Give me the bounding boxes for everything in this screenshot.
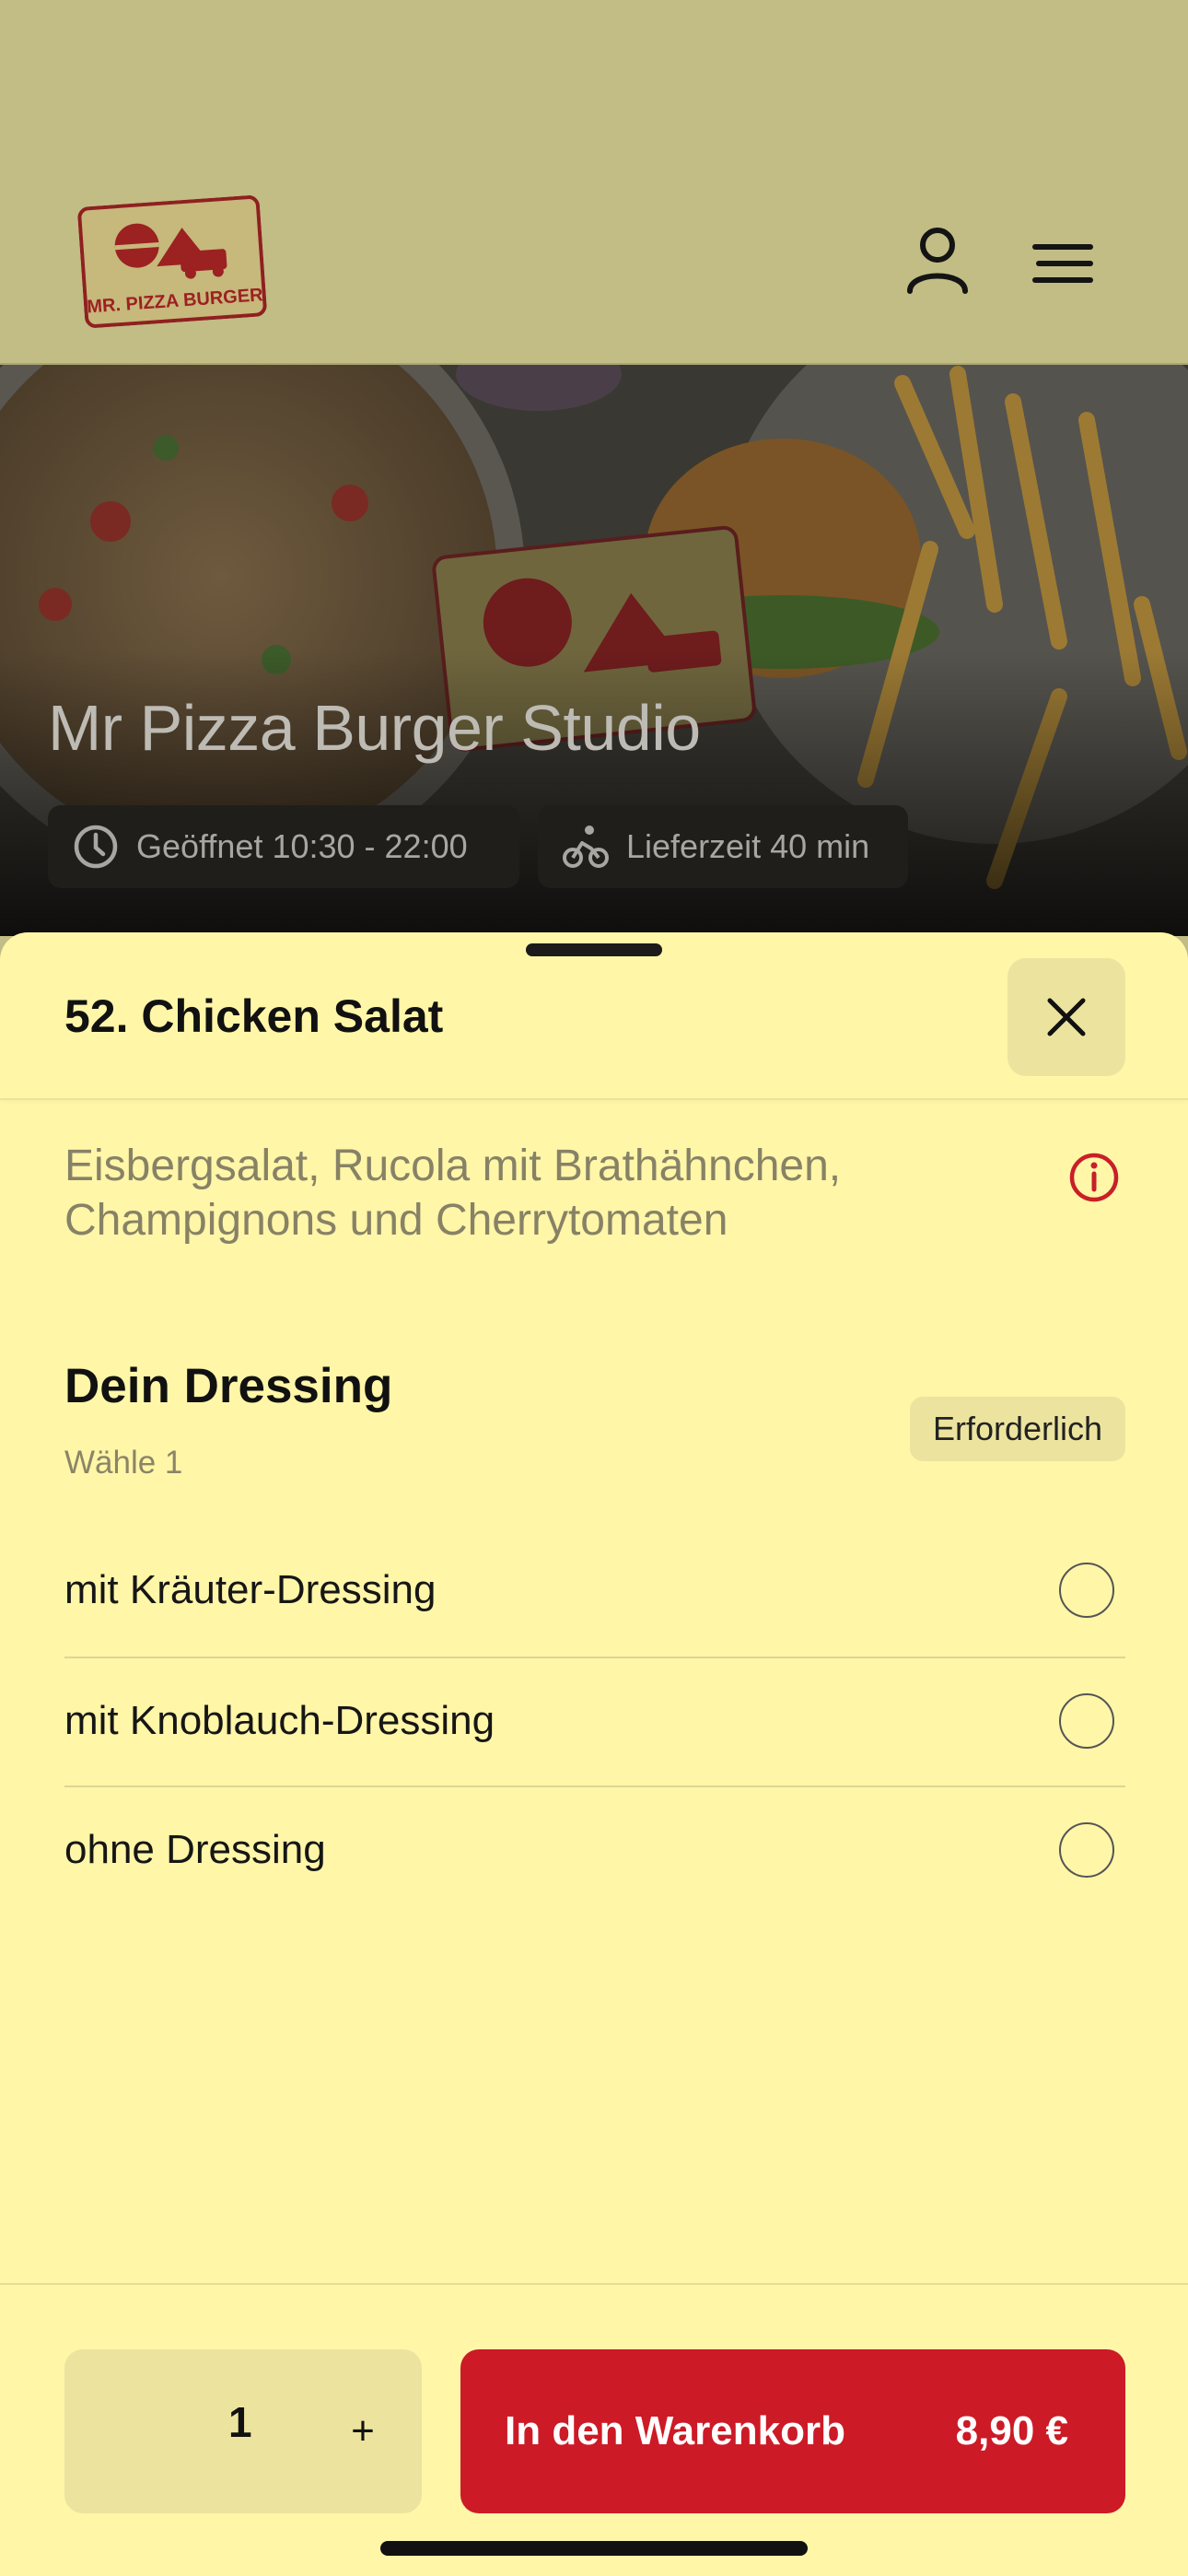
quantity-stepper: 1 + [64,2349,422,2513]
product-bottom-sheet: 52. Chicken Salat Eisbergsalat, Rucola m… [0,932,1188,2576]
option-label: mit Knoblauch-Dressing [64,1698,495,1743]
restaurant-hero: Mr Pizza Burger Studio Geöffnet 10:30 - … [0,365,1188,936]
product-title: 52. Chicken Salat [64,990,444,1042]
close-icon [1047,998,1086,1036]
sheet-grabber[interactable] [526,943,662,956]
option-radio[interactable] [1059,1693,1114,1749]
footer-divider [0,2283,1188,2285]
bicycle-icon [563,825,609,868]
product-description: Eisbergsalat, Rucola mit Brathähnchen, C… [64,1142,842,1245]
dressing-option[interactable]: mit Kräuter-Dressing [64,1526,1125,1655]
option-label: ohne Dressing [64,1827,326,1872]
option-radio[interactable] [1059,1822,1114,1878]
restaurant-name: Mr Pizza Burger Studio [48,692,701,764]
opening-hours-text: Geöffnet 10:30 - 22:00 [136,827,468,865]
option-radio[interactable] [1059,1563,1114,1618]
sheet-header: 52. Chicken Salat [0,932,1188,1100]
menu-icon[interactable] [1030,225,1096,299]
required-badge: Erforderlich [910,1397,1125,1461]
dressing-option[interactable]: mit Knoblauch-Dressing [64,1657,1125,1786]
home-indicator [380,2541,808,2556]
dressing-section-subtitle: Wähle 1 [64,1445,183,1481]
info-icon[interactable] [1068,1152,1120,1208]
brand-logo[interactable]: MR. PIZZA BURGER [77,194,268,328]
user-icon[interactable] [903,225,973,299]
option-label: mit Kräuter-Dressing [64,1567,437,1612]
clock-icon [74,825,118,869]
increase-quantity-button[interactable]: + [326,2390,400,2473]
add-to-cart-label: In den Warenkorb [505,2408,845,2453]
delivery-time-chip: Lieferzeit 40 min [538,805,908,888]
opening-hours-chip: Geöffnet 10:30 - 22:00 [48,805,519,888]
app-header: MR. PIZZA BURGER [0,0,1188,365]
price-label: 8,90 € [955,2408,1068,2453]
dressing-option[interactable]: ohne Dressing [64,1786,1125,1914]
quantity-value: 1 [228,2398,252,2446]
add-to-cart-button[interactable]: In den Warenkorb 8,90 € [460,2349,1125,2513]
delivery-time-text: Lieferzeit 40 min [626,827,870,865]
close-button[interactable] [1007,958,1125,1076]
dressing-section-title: Dein Dressing [64,1359,393,1413]
